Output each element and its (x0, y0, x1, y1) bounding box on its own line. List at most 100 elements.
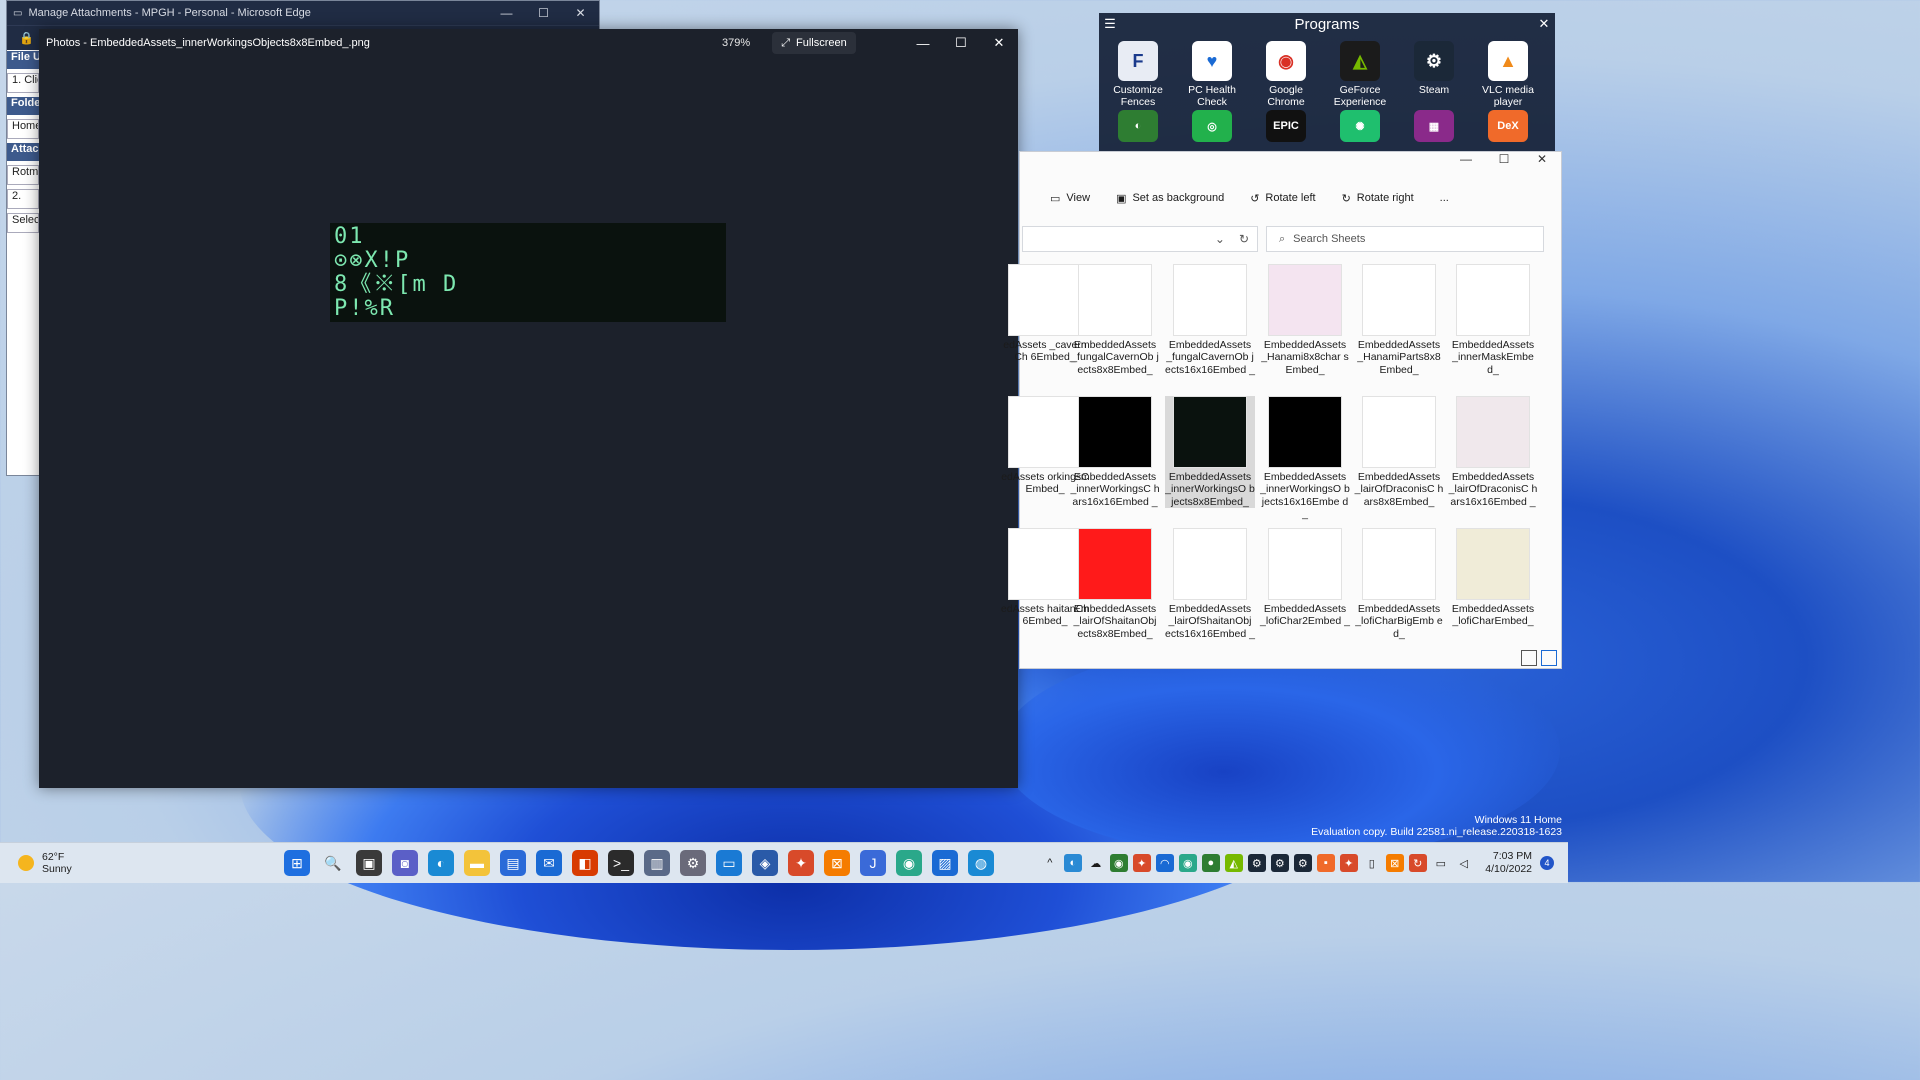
minimize-button[interactable]: — (904, 36, 942, 51)
jetbrains-icon[interactable]: J (860, 850, 886, 876)
file-tile[interactable]: EmbeddedAssets _innerWorkingsC hars16x16… (1070, 396, 1160, 508)
file-tile[interactable]: EmbeddedAssets _fungalCavernOb jects16x1… (1165, 264, 1255, 376)
file-explorer-icon[interactable]: ▬ (464, 850, 490, 876)
resource-monitor-icon[interactable]: ▥ (644, 850, 670, 876)
minimize-button[interactable]: — (488, 6, 525, 20)
search-input[interactable]: ⌕ Search Sheets (1266, 226, 1544, 252)
edge-side-item[interactable]: Rotmg (7, 165, 39, 185)
volume-icon[interactable]: ◁ (1454, 854, 1473, 872)
tray-app-1-icon[interactable]: ◐ (1063, 854, 1082, 872)
chatgpt-green-icon[interactable]: ✺ (1340, 110, 1380, 142)
chevron-up-icon[interactable]: ^ (1040, 854, 1059, 872)
weather-widget[interactable]: 62°F Sunny (0, 851, 258, 875)
fence-app-pc-health[interactable]: ♥ PC Health Check (1175, 35, 1249, 108)
toolbar-rotate-left-button[interactable]: ↺ Rotate left (1250, 192, 1315, 205)
network-app-icon[interactable]: ◈ (752, 850, 778, 876)
file-tile[interactable]: EmbeddedAssets _lairOfShaitanObj ects16x… (1165, 528, 1255, 640)
refresh-icon[interactable]: ↻ (1239, 232, 1249, 246)
fence-app-geforce[interactable]: ◭ GeForce Experience (1323, 35, 1397, 108)
file-tile[interactable]: EmbeddedAssets _innerWorkingsO bjects8x8… (1165, 396, 1255, 508)
toolbar-rotate-right-button[interactable]: ↻ Rotate right (1342, 192, 1414, 205)
edge-side-item[interactable]: Folder (7, 97, 39, 115)
fence-app-vlc[interactable]: ▲ VLC media player (1471, 35, 1545, 108)
remote-desktop-icon[interactable]: ▭ (716, 850, 742, 876)
winrar-icon[interactable]: ▦ (1414, 110, 1454, 142)
tray-app-9-icon[interactable]: ✦ (1339, 854, 1358, 872)
display-icon[interactable]: ▭ (1431, 854, 1450, 872)
edge-side-item[interactable]: 1. Click (7, 73, 39, 93)
usb-icon[interactable]: ▯ (1362, 854, 1381, 872)
task-view-icon[interactable]: ▣ (356, 850, 382, 876)
epic-games-icon[interactable]: EPIC (1266, 110, 1306, 142)
edge-titlebar[interactable]: ▭ Manage Attachments - MPGH - Personal -… (7, 1, 599, 25)
close-icon[interactable]: ✕ (1533, 16, 1555, 32)
steam-tray-icon-2[interactable]: ⚙ (1270, 854, 1289, 872)
globe-icon[interactable]: ◍ (968, 850, 994, 876)
steam-tray-icon[interactable]: ⚙ (1247, 854, 1266, 872)
toolbar-more-button[interactable]: ... (1440, 192, 1449, 204)
file-tile[interactable]: EmbeddedAssets _lairOfShaitanObj ects8x8… (1070, 528, 1160, 640)
maximize-button[interactable]: ☐ (942, 35, 980, 51)
sync-icon[interactable]: ↻ (1408, 854, 1427, 872)
store-icon[interactable]: ▤ (500, 850, 526, 876)
xampp-tray-icon[interactable]: ⊠ (1385, 854, 1404, 872)
tray-app-6-icon[interactable]: ● (1201, 854, 1220, 872)
file-tile[interactable]: EmbeddedAssets _lofiChar2Embed _ (1260, 528, 1350, 628)
minimize-button[interactable]: — (1447, 152, 1485, 174)
tray-app-5-icon[interactable]: ◉ (1178, 854, 1197, 872)
maximize-button[interactable]: ☐ (525, 6, 562, 20)
red-app-icon[interactable]: ✦ (788, 850, 814, 876)
sprite-sheet-image[interactable]: 01⊙⊗X!P8《※[m DP!%R%?10m??●! (330, 223, 726, 322)
chat-icon[interactable]: ◙ (392, 850, 418, 876)
file-tile[interactable]: EmbeddedAssets _Hanami8x8char sEmbed_ (1260, 264, 1350, 376)
fence-app-fences[interactable]: F Customize Fences (1101, 35, 1175, 108)
file-tile[interactable]: EmbeddedAssets _lairOfDraconisC hars8x8E… (1354, 396, 1444, 508)
steam-tray-icon-3[interactable]: ⚙ (1293, 854, 1312, 872)
green-circle-icon[interactable]: ◉ (896, 850, 922, 876)
tray-app-3-icon[interactable]: ✦ (1132, 854, 1151, 872)
xampp-icon[interactable]: ⊠ (824, 850, 850, 876)
file-explorer-window[interactable]: — ☐ ✕ ▭ View ▣ Set as background ↺ Rotate lef… (1001, 151, 1562, 669)
thumbnail-view-icon[interactable] (1541, 650, 1557, 666)
fullscreen-button[interactable]: ⤢ Fullscreen (772, 32, 856, 54)
start-icon[interactable]: ⊞ (284, 850, 310, 876)
edge-side-item[interactable]: Select (7, 213, 39, 233)
lock-icon[interactable]: 🔒 (7, 31, 34, 45)
tray-app-4-icon[interactable]: ◠ (1155, 854, 1174, 872)
mail-icon[interactable]: ✉ (536, 850, 562, 876)
toolbar-view-button[interactable]: ▭ View (1050, 192, 1090, 205)
file-tile[interactable]: EmbeddedAssets _fungalCavernOb jects8x8E… (1070, 264, 1160, 376)
green-app-icon[interactable]: ◎ (1192, 110, 1232, 142)
programs-fence[interactable]: ☰ Programs ✕ F Customize Fences ♥ PC Health… (1099, 13, 1555, 151)
search-icon[interactable]: 🔍 (320, 850, 346, 876)
photos-icon[interactable]: ▨ (932, 850, 958, 876)
edge-side-item[interactable]: 2. (7, 189, 39, 209)
hamburger-menu-icon[interactable]: ☰ (1099, 16, 1121, 32)
fence-app-steam[interactable]: ⚙ Steam (1397, 35, 1471, 108)
address-bar[interactable]: ⌄ ↻ (1022, 226, 1258, 252)
file-tile[interactable]: EmbeddedAssets _lairOfDraconisC hars16x1… (1448, 396, 1538, 508)
edge-side-item[interactable]: Home (7, 119, 39, 139)
download-manager-icon[interactable]: ◐ (1118, 110, 1158, 142)
edge-icon[interactable]: ◐ (428, 850, 454, 876)
tray-app-8-icon[interactable]: ▪ (1316, 854, 1335, 872)
clock[interactable]: 7:03 PM 4/10/2022 (1485, 850, 1532, 876)
file-tile[interactable]: EmbeddedAssets _lofiCharBigEmb ed_ (1354, 528, 1444, 640)
file-tile[interactable]: EmbeddedAssets _HanamiParts8x8 Embed_ (1354, 264, 1444, 376)
close-button[interactable]: ✕ (1523, 152, 1561, 174)
close-button[interactable]: ✕ (562, 6, 599, 20)
fence-app-chrome[interactable]: ◉ Google Chrome (1249, 35, 1323, 108)
file-tile[interactable]: EmbeddedAssets _innerWorkingsO bjects16x… (1260, 396, 1350, 520)
chevron-down-icon[interactable]: ⌄ (1215, 232, 1225, 246)
tray-app-2-icon[interactable]: ◉ (1109, 854, 1128, 872)
photos-window[interactable]: Photos - EmbeddedAssets_innerWorkingsObj… (39, 29, 1018, 788)
photos-titlebar[interactable]: Photos - EmbeddedAssets_innerWorkingsObj… (39, 29, 1018, 57)
details-view-icon[interactable] (1521, 650, 1537, 666)
close-button[interactable]: ✕ (980, 35, 1018, 51)
notification-badge[interactable]: 4 (1540, 856, 1554, 870)
maximize-button[interactable]: ☐ (1485, 152, 1523, 174)
file-tile[interactable]: EmbeddedAssets _innerMaskEmbe d_ (1448, 264, 1538, 376)
edge-side-item[interactable]: Attach (7, 143, 39, 161)
cloud-icon[interactable]: ☁ (1086, 854, 1105, 872)
tray-app-7-icon[interactable]: ◭ (1224, 854, 1243, 872)
